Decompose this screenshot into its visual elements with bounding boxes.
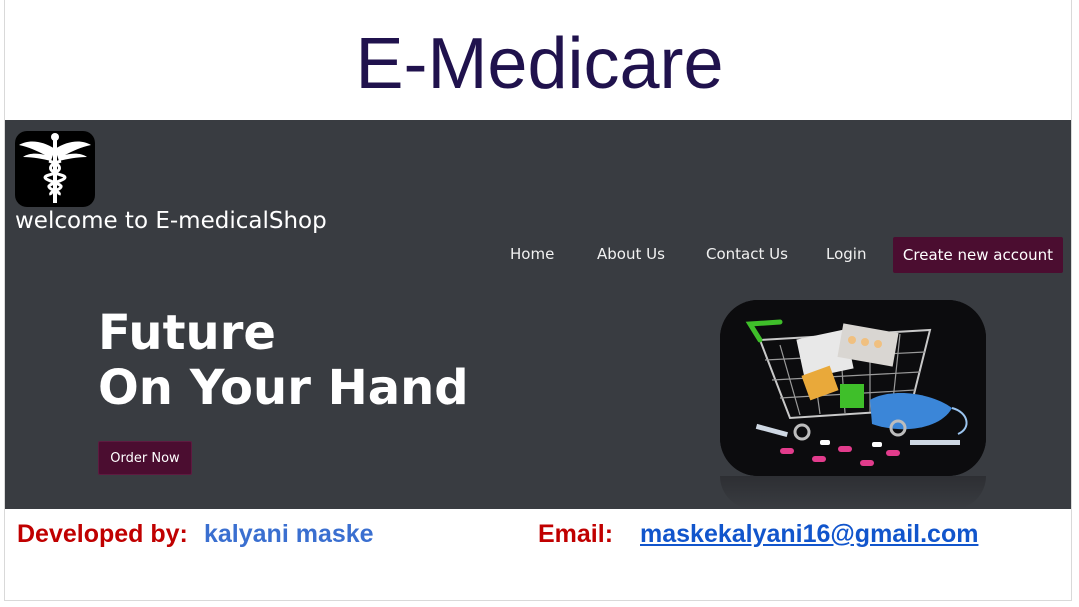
developed-by-label: Developed by: xyxy=(17,520,188,548)
developer-name: kalyani maske xyxy=(204,520,374,548)
slide-title: E-Medicare xyxy=(355,24,724,104)
nav-login-link[interactable]: Login xyxy=(826,245,866,263)
create-account-button[interactable]: Create new account xyxy=(893,237,1063,273)
order-now-button[interactable]: Order Now xyxy=(98,441,192,475)
nav-home-link[interactable]: Home xyxy=(510,245,554,263)
shopping-cart-with-medicines-icon xyxy=(720,300,986,476)
navbar: Home About Us Contact Us Login Create ne… xyxy=(5,237,1071,273)
caduceus-icon[interactable] xyxy=(15,131,95,207)
nav-contact-link[interactable]: Contact Us xyxy=(706,245,788,263)
hero-heading-line1: Future xyxy=(98,305,276,361)
email-link[interactable]: maskekalyani16@gmail.com xyxy=(640,520,978,549)
website-screenshot: welcome to E-medicalShop Home About Us C… xyxy=(5,120,1071,509)
nav-about-link[interactable]: About Us xyxy=(597,245,665,263)
image-reflection xyxy=(720,476,986,509)
hero-heading-line2: On Your Hand xyxy=(98,360,469,416)
email-label: Email: xyxy=(538,520,614,548)
welcome-heading: welcome to E-medicalShop xyxy=(15,208,327,234)
